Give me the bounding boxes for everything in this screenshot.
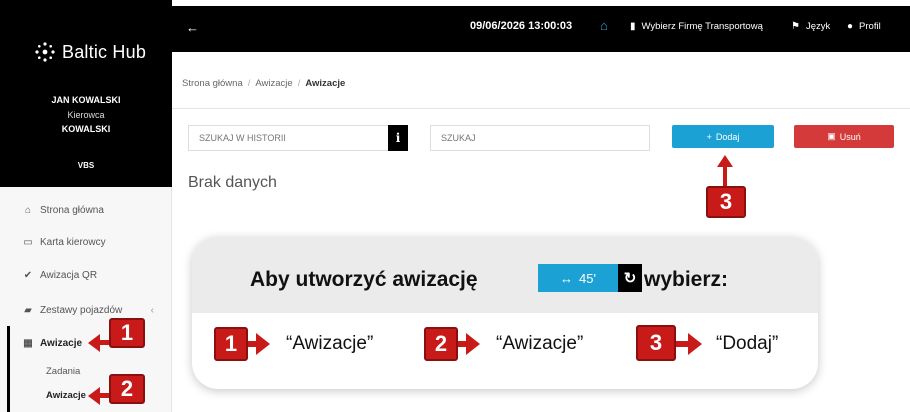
search-input[interactable]: [431, 126, 649, 150]
sidebar-item-awizacje[interactable]: ▦ Awizacje: [0, 327, 172, 359]
flag-icon: ⚑: [791, 21, 800, 32]
breadcrumb-item[interactable]: Awizacje: [255, 78, 292, 89]
trash-icon: ▣: [827, 131, 836, 141]
app-root: Baltic Hub JAN KOWALSKI Kierowca KOWALSK…: [0, 0, 910, 412]
logo-text: Baltic Hub: [62, 41, 147, 62]
step-arrow-head: [256, 333, 270, 355]
chevron-left-icon: ‹: [150, 304, 154, 316]
instruction-header: Aby utworzyć awizację ↔ 45' ↻ wybierz:: [192, 237, 818, 313]
step-badge-1: 1: [214, 327, 248, 361]
sidebar-item-home[interactable]: ⌂ Strona główna: [0, 194, 172, 226]
add-button-label: Dodaj: [715, 131, 740, 142]
horizontal-arrows-icon: ↔: [560, 270, 574, 286]
arrow-left-icon[interactable]: ←: [186, 20, 199, 35]
instruction-card: Aby utworzyć awizację ↔ 45' ↻ wybierz: 1…: [192, 237, 818, 389]
sidebar-item-driver-card[interactable]: ▭ Karta kierowcy: [0, 226, 172, 258]
step-arrow-stem: [676, 341, 688, 347]
empty-state: Brak danych: [188, 174, 277, 191]
step-label-3: “Dodaj”: [716, 333, 779, 354]
breadcrumb-separator: /: [247, 78, 251, 89]
calendar-icon: ▦: [23, 337, 33, 349]
step-arrow-stem: [458, 341, 466, 347]
sidebar-subitem-awizacje[interactable]: Awizacje: [46, 390, 86, 401]
marker-badge-2: 2: [109, 374, 145, 404]
delete-button[interactable]: ▣ Usuń: [794, 125, 894, 148]
instruction-title-suffix: wybierz:: [644, 268, 729, 291]
marker-arrow-stem: [723, 165, 727, 188]
history-search-input[interactable]: [189, 126, 403, 150]
time-chip-label: 45': [579, 270, 596, 286]
truck-icon: ▰: [24, 304, 32, 316]
step-label-1: “Awizacje”: [286, 333, 374, 354]
breadcrumb-item[interactable]: Strona główna: [182, 78, 243, 89]
marker-badge-1: 1: [109, 318, 145, 348]
language-label: Język: [805, 21, 831, 32]
sidebar-subitem-zadania[interactable]: Zadania: [46, 366, 80, 377]
user-role: Kierowca: [67, 110, 105, 120]
topbar: ← 09/06/2026 13:00:03 ⌂ ▮ Wybierz Firmę …: [172, 0, 910, 52]
logo[interactable]: Baltic Hub: [34, 38, 174, 66]
step-arrow-stem: [248, 341, 256, 347]
sidebar-item-label: Strona główna: [40, 204, 104, 216]
divider: [172, 108, 910, 109]
delete-button-label: Usuń: [839, 131, 861, 142]
instruction-title: Aby utworzyć awizację: [250, 268, 478, 291]
check-icon: ✔: [23, 269, 33, 281]
building-icon: ▮: [630, 21, 636, 32]
profile-menu[interactable]: ● Profil: [847, 21, 881, 32]
home-icon: ⌂: [24, 204, 32, 216]
sidebar-item-label: Awizacje: [40, 337, 83, 349]
sidebar-item-label: Zestawy pojazdów: [40, 304, 123, 316]
info-button[interactable]: i: [388, 125, 408, 151]
transport-label: Wybierz Firmę Transportową: [641, 21, 763, 32]
breadcrumb-current: Awizacje: [305, 78, 346, 89]
language-menu[interactable]: ⚑ Język: [791, 21, 830, 32]
step-badge-3: 3: [636, 325, 676, 361]
marker-badge-3: 3: [706, 186, 746, 218]
step-arrow-head: [688, 333, 702, 355]
breadcrumb-separator: /: [297, 78, 301, 89]
profile-label: Profil: [859, 21, 881, 32]
home-icon[interactable]: ⌂: [600, 18, 608, 33]
user-icon: ●: [847, 21, 854, 32]
refresh-icon: ↻: [618, 264, 642, 292]
step-badge-2: 2: [424, 327, 458, 361]
transport-company-selector[interactable]: ▮ Wybierz Firmę Transportową: [630, 21, 763, 32]
user-name: JAN KOWALSKI: [51, 95, 121, 105]
sidebar-header: Baltic Hub JAN KOWALSKI Kierowca KOWALSK…: [0, 0, 172, 187]
breadcrumb: Strona główna / Awizacje / Awizacje: [182, 78, 345, 89]
hub-logo-icon: [35, 42, 55, 62]
sidebar-item-label: Awizacja QR: [40, 269, 98, 281]
step-arrow-head: [466, 333, 480, 355]
time-chip: ↔ 45': [538, 264, 618, 292]
datetime: 09/06/2026 13:00:03: [470, 20, 573, 32]
sidebar-item-vehicle-sets[interactable]: ▰ Zestawy pojazdów ‹: [0, 294, 172, 326]
sidebar: Baltic Hub JAN KOWALSKI Kierowca KOWALSK…: [0, 0, 172, 412]
step-label-2: “Awizacje”: [496, 333, 584, 354]
add-button[interactable]: + Dodaj: [672, 125, 774, 148]
sidebar-item-qr[interactable]: ✔ Awizacja QR: [0, 259, 172, 291]
search: [430, 125, 650, 151]
sidebar-item-label: Karta kierowcy: [40, 236, 106, 248]
user-terminal: VBS: [77, 161, 95, 170]
id-card-icon: ▭: [23, 236, 33, 248]
history-search: [188, 125, 404, 151]
plus-icon: +: [706, 131, 712, 142]
user-company: KOWALSKI: [61, 124, 111, 134]
